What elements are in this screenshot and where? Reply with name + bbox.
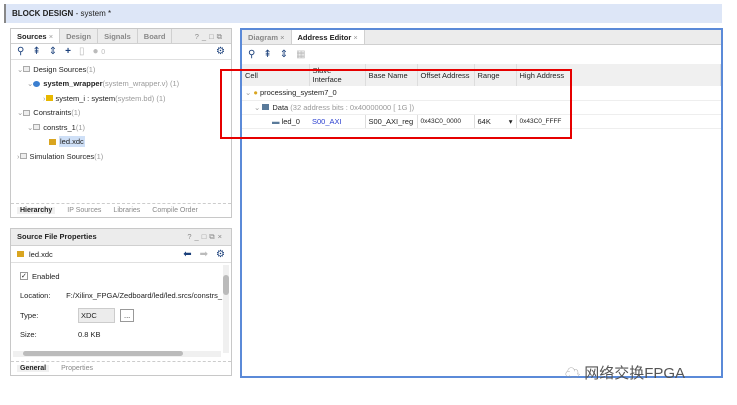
tab-hierarchy[interactable]: Hierarchy [17, 207, 56, 214]
expand-all-icon[interactable]: ⇕ [49, 46, 57, 57]
tree-item-selected[interactable]: led.xdc [11, 135, 231, 150]
tab-board[interactable]: Board [138, 29, 173, 43]
tab-address-editor[interactable]: Address Editor × [291, 30, 365, 44]
forward-icon[interactable]: ➡ [200, 249, 208, 260]
tree-item[interactable]: ⌄ constrs_1 (1) [11, 120, 231, 135]
enabled-checkbox[interactable]: ✓ Enabled [20, 269, 222, 284]
tree-item[interactable]: ⌄ Design Sources (1) [11, 62, 231, 77]
tree-item[interactable]: › Simulation Sources (1) [11, 149, 231, 164]
expand-all-icon[interactable]: ⇕ [280, 49, 288, 60]
window-controls[interactable]: ?_□⧉× [181, 229, 231, 245]
tab-general[interactable]: General [17, 365, 50, 372]
type-field[interactable]: XDC [78, 307, 115, 323]
tab-libraries[interactable]: Libraries [113, 207, 140, 214]
window-controls[interactable]: ?_□⧉ [189, 29, 231, 43]
watermark: ☁ 网络交换FPGA [565, 365, 686, 382]
collapse-all-icon[interactable]: ⇞ [32, 46, 40, 57]
tab-diagram[interactable]: Diagram × [242, 30, 292, 44]
bd-icon [45, 95, 53, 102]
title-main: BLOCK DESIGN [12, 9, 74, 18]
browse-button[interactable]: ... [120, 308, 135, 322]
tab-design[interactable]: Design [60, 29, 99, 43]
auto-assign-icon[interactable]: ▦ [296, 49, 305, 60]
horizontal-scrollbar[interactable] [13, 351, 221, 357]
search-icon[interactable]: ⚲ [17, 46, 24, 57]
size-value: 0.8 KB [78, 330, 101, 340]
search-icon[interactable]: ⚲ [248, 49, 255, 60]
xdc-file-icon [49, 138, 56, 145]
tab-ip-sources[interactable]: IP Sources [67, 207, 101, 214]
sources-panel: Sources × Design Signals Board ?_□⧉ ⚲ ⇞ ⇕ +… [10, 28, 232, 218]
file-name: led.xdc [29, 249, 53, 259]
gear-icon[interactable]: ⚙ [216, 249, 225, 260]
collapse-all-icon[interactable]: ⇞ [263, 49, 271, 60]
gear-icon[interactable]: ⚙ [216, 46, 225, 57]
status-icon: ● 0 [92, 46, 106, 57]
vertical-scrollbar[interactable] [223, 265, 229, 353]
type-label: Type: [20, 310, 39, 320]
title-sub: - system * [73, 9, 112, 18]
xdc-file-icon [17, 251, 24, 257]
tab-compile-order[interactable]: Compile Order [152, 207, 198, 214]
tab-sources[interactable]: Sources × [11, 29, 61, 43]
add-icon[interactable]: + [65, 46, 71, 57]
source-file-properties-panel: Source File Properties ?_□⧉× led.xdc ⬅ ➡ ⚙ ✓… [10, 228, 232, 376]
wechat-icon: ☁ [565, 365, 581, 382]
location-value: F:/Xilinx_FPGA/Zedboard/led/led.srcs/con… [66, 291, 222, 301]
location-label: Location: [20, 291, 51, 301]
tree-item[interactable]: ⌄ Constraints (1) [11, 106, 231, 121]
highlight-box [220, 69, 572, 139]
module-icon [33, 80, 41, 87]
size-label: Size: [20, 330, 37, 340]
panel-title: Source File Properties [11, 229, 103, 245]
file-icon[interactable]: ▯ [79, 46, 85, 57]
back-icon[interactable]: ⬅ [183, 249, 191, 260]
title-bar: BLOCK DESIGN - system * [4, 4, 722, 23]
tree-item[interactable]: ⌄ system_wrapper (system_wrapper.v) (1) [11, 77, 231, 92]
tree-item[interactable]: › system_i : system (system.bd) (1) [11, 91, 231, 106]
tab-signals[interactable]: Signals [98, 29, 138, 43]
tab-properties[interactable]: Properties [61, 365, 93, 372]
